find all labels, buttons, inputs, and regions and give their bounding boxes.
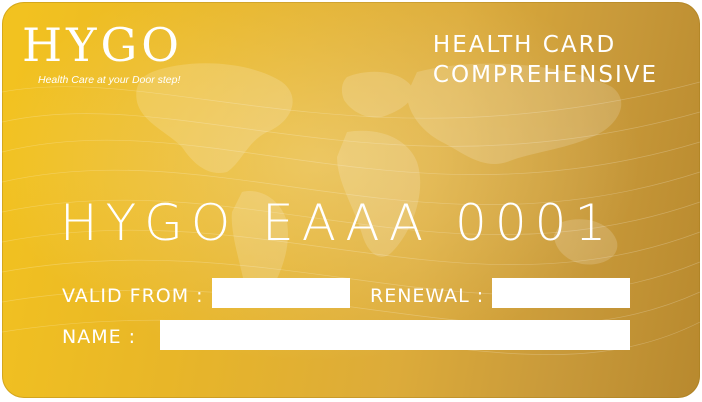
- name-field: [160, 320, 630, 350]
- renewal-label: RENEWAL :: [370, 285, 485, 307]
- valid-from-label: VALID FROM :: [62, 285, 204, 307]
- name-label: NAME :: [62, 326, 137, 348]
- card-type-line1: HEALTH CARD: [432, 32, 617, 58]
- valid-from-field: [212, 278, 350, 308]
- europe-shape: [341, 71, 413, 118]
- brand-tagline: Health Care at your Door step!: [38, 74, 181, 86]
- renewal-field: [492, 278, 630, 308]
- health-card: HYGO Health Care at your Door step! HEAL…: [2, 2, 700, 398]
- card-number: HYGO EAAA 0001: [60, 194, 615, 252]
- card-type-title: HEALTH CARD COMPREHENSIVE: [433, 30, 658, 90]
- brand-logo: HYGO: [22, 18, 183, 72]
- card-type-line2: COMPREHENSIVE: [432, 62, 658, 88]
